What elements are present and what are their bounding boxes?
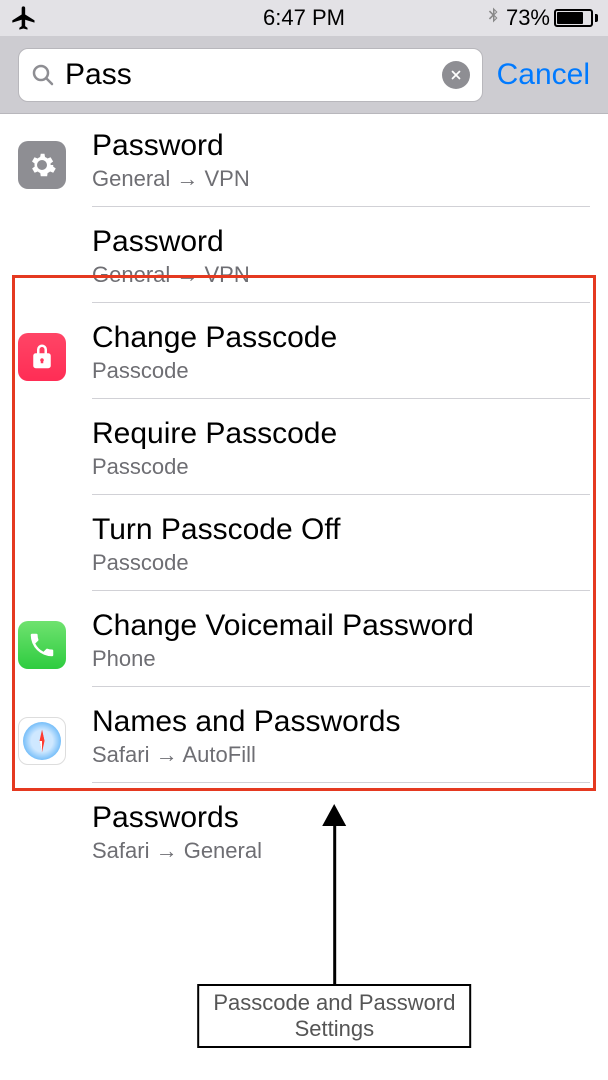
status-bar: 6:47 PM 73% <box>0 0 608 36</box>
clear-search-button[interactable] <box>442 61 470 89</box>
result-path: General → VPN <box>92 166 590 192</box>
annotation: Passcode and Password Settings <box>198 826 472 1048</box>
result-path: Passcode <box>92 358 590 384</box>
safari-icon <box>18 717 66 765</box>
result-icon-slot <box>18 615 92 669</box>
gear-icon <box>18 141 66 189</box>
search-input-text: Pass <box>65 58 442 92</box>
result-title: Change Passcode <box>92 320 590 356</box>
result-icon-slot <box>18 327 92 381</box>
result-title: Password <box>92 224 590 260</box>
result-title: Password <box>92 128 590 164</box>
search-results: PasswordGeneral → VPNPasswordGeneral → V… <box>0 114 608 882</box>
result-icon-slot <box>18 831 92 837</box>
result-icon-slot <box>18 711 92 765</box>
clear-icon <box>449 68 463 82</box>
result-text: Change PasscodePasscode <box>92 310 590 399</box>
annotation-arrow <box>333 826 336 984</box>
result-icon-slot <box>18 255 92 261</box>
result-title: Names and Passwords <box>92 704 590 740</box>
result-row[interactable]: PasswordGeneral → VPN <box>0 114 608 210</box>
result-path: Phone <box>92 646 590 672</box>
result-row[interactable]: Change PasscodePasscode <box>0 306 608 402</box>
result-path: Passcode <box>92 454 590 480</box>
result-row[interactable]: Turn Passcode OffPasscode <box>0 498 608 594</box>
status-left <box>10 4 38 32</box>
annotation-label: Passcode and Password Settings <box>198 984 472 1048</box>
result-text: Turn Passcode OffPasscode <box>92 502 590 591</box>
result-row[interactable]: Require PasscodePasscode <box>0 402 608 498</box>
result-title: Require Passcode <box>92 416 590 452</box>
bluetooth-icon <box>484 3 502 33</box>
status-time: 6:47 PM <box>263 5 345 31</box>
result-row[interactable]: Names and PasswordsSafari → AutoFill <box>0 690 608 786</box>
result-path: Passcode <box>92 550 590 576</box>
result-icon-slot <box>18 543 92 549</box>
result-title: Change Voicemail Password <box>92 608 590 644</box>
battery-icon <box>554 9 598 27</box>
result-text: Names and PasswordsSafari → AutoFill <box>92 694 590 783</box>
result-path: Safari → AutoFill <box>92 742 590 768</box>
status-right: 73% <box>484 3 598 33</box>
result-row[interactable]: Change Voicemail PasswordPhone <box>0 594 608 690</box>
search-icon <box>31 63 55 87</box>
result-text: PasswordGeneral → VPN <box>92 118 590 207</box>
airplane-icon <box>10 4 38 32</box>
result-icon-slot <box>18 447 92 453</box>
phone-icon <box>18 621 66 669</box>
search-field[interactable]: Pass <box>18 48 483 102</box>
result-text: Change Voicemail PasswordPhone <box>92 598 590 687</box>
result-row[interactable]: PasswordGeneral → VPN <box>0 210 608 306</box>
result-path: General → VPN <box>92 262 590 288</box>
lock-icon <box>18 333 66 381</box>
result-text: PasswordGeneral → VPN <box>92 214 590 303</box>
result-title: Turn Passcode Off <box>92 512 590 548</box>
result-icon-slot <box>18 135 92 189</box>
cancel-button[interactable]: Cancel <box>497 58 590 92</box>
battery-percent: 73% <box>506 5 550 31</box>
search-header: Pass Cancel <box>0 36 608 114</box>
result-text: Require PasscodePasscode <box>92 406 590 495</box>
